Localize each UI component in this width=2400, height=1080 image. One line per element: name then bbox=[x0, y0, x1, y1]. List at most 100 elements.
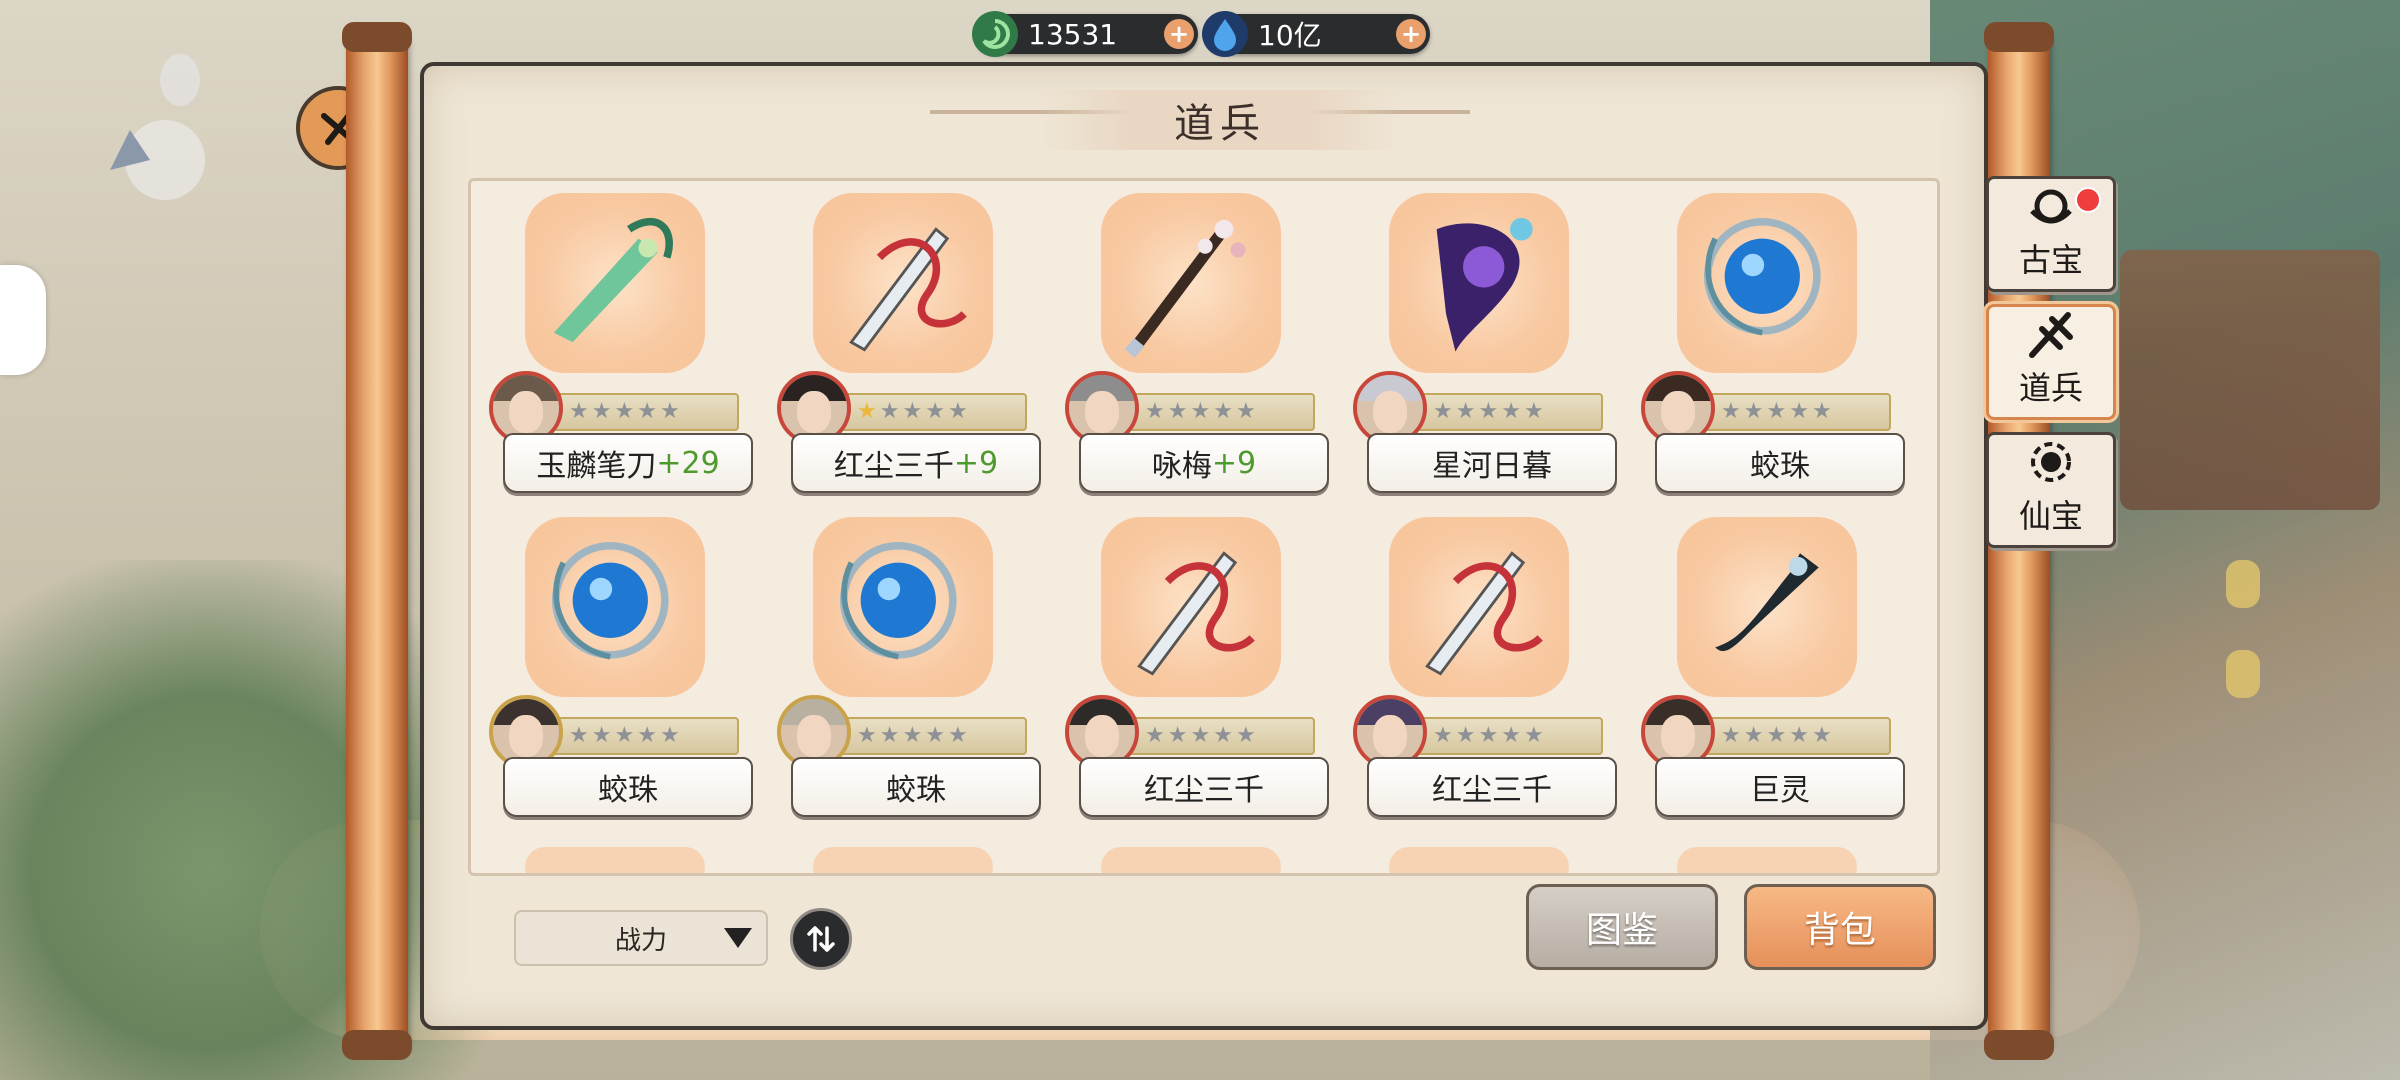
red-ribbon-blade-icon bbox=[1137, 551, 1255, 676]
tab-label: 道兵 bbox=[2018, 369, 2083, 407]
immortal-treasure-icon bbox=[2031, 442, 2071, 482]
currency-jade: 13531 + bbox=[972, 11, 1198, 57]
tab-daobing[interactable]: 道兵 bbox=[1986, 304, 2116, 420]
star-icon: ★ bbox=[1190, 723, 1211, 748]
star-rating: ★ ★ ★ ★ ★ bbox=[1409, 717, 1603, 755]
daobing-weapon-icon bbox=[2029, 312, 2073, 358]
star-icon: ★ bbox=[1721, 399, 1741, 424]
item-name-plate: 巨灵 bbox=[1655, 757, 1905, 817]
sort-order-button[interactable] bbox=[790, 908, 852, 970]
currency-crystal: 10亿 + bbox=[1202, 11, 1430, 57]
item-level: +9 bbox=[1211, 445, 1257, 481]
item-card[interactable]: ★ ★ ★ ★ ★ 红尘三千 +9 bbox=[777, 193, 1041, 503]
add-crystal-button[interactable]: + bbox=[1396, 19, 1426, 49]
star-icon: ★ bbox=[637, 723, 657, 748]
title-banner: 道兵 bbox=[1040, 90, 1400, 150]
star-icon: ★ bbox=[1743, 399, 1764, 424]
item-card[interactable]: ★ ★ ★ ★ ★ 蛟珠 bbox=[489, 517, 753, 827]
star-icon: ★ bbox=[1501, 723, 1521, 748]
item-card[interactable]: ★ ★ ★ ★ ★ 咏梅 +9 bbox=[1065, 193, 1329, 503]
item-card[interactable]: ★ ★ ★ ★ ★ 红尘三千 bbox=[1065, 517, 1329, 827]
item-name: 玉麟笔刀 bbox=[536, 449, 657, 484]
star-icon: ★ bbox=[1811, 399, 1832, 424]
item-card[interactable]: ★ ★ ★ ★ ★ 蛟珠 bbox=[777, 517, 1041, 827]
star-icon: ★ bbox=[947, 399, 968, 424]
red-ribbon-blade-icon bbox=[1425, 551, 1543, 676]
item-name-plate: 星河日暮 bbox=[1367, 433, 1617, 493]
star-icon: ★ bbox=[947, 723, 968, 748]
codex-button[interactable]: 图鉴 bbox=[1526, 884, 1718, 970]
star-rating: ★ ★ ★ ★ ★ bbox=[1697, 393, 1891, 431]
star-icon: ★ bbox=[902, 399, 923, 424]
star-icon: ★ bbox=[1523, 723, 1544, 748]
sort-dropdown[interactable]: 战力 bbox=[514, 910, 768, 966]
lantern-icon bbox=[2226, 650, 2260, 698]
scroll-cap bbox=[342, 22, 412, 52]
item-name: 咏梅 bbox=[1151, 449, 1212, 484]
item-name: 蛟珠 bbox=[886, 773, 946, 808]
star-icon: ★ bbox=[1766, 723, 1787, 748]
plum-blossom-brush-icon bbox=[1124, 219, 1246, 358]
item-card-peek bbox=[525, 847, 705, 873]
avatar-face bbox=[797, 391, 831, 433]
avatar-face bbox=[797, 715, 831, 757]
star-icon: ★ bbox=[569, 399, 589, 424]
item-card[interactable]: ★ ★ ★ ★ ★ 巨灵 bbox=[1641, 517, 1905, 827]
crystal-amount: 10亿 bbox=[1258, 19, 1322, 52]
jade-swirl-icon bbox=[972, 11, 1018, 57]
blue-crystal-icon bbox=[1202, 11, 1248, 57]
item-card[interactable]: ★ ★ ★ ★ ★ 星河日暮 bbox=[1353, 193, 1617, 503]
scroll-rod-left bbox=[346, 28, 408, 1048]
item-name: 红尘三千 bbox=[1432, 773, 1552, 808]
jade-amount: 13531 bbox=[1028, 17, 1118, 51]
item-name-plate: 蛟珠 bbox=[503, 757, 753, 817]
star-rating: ★ ★ ★ ★ ★ bbox=[1697, 717, 1891, 755]
star-icon: ★ bbox=[569, 723, 589, 748]
star-icon: ★ bbox=[1811, 723, 1832, 748]
item-name: 巨灵 bbox=[1750, 773, 1810, 808]
bag-button[interactable]: 背包 bbox=[1744, 884, 1936, 970]
star-rating: ★ ★ ★ ★ ★ bbox=[833, 717, 1027, 755]
item-card[interactable]: ★ ★ ★ ★ ★ 蛟珠 bbox=[1641, 193, 1905, 503]
chevron-down-icon bbox=[724, 928, 752, 948]
item-card-peek bbox=[1677, 847, 1857, 873]
star-rating: ★ ★ ★ ★ ★ bbox=[833, 393, 1027, 431]
tab-immortal-treasure[interactable]: 仙宝 bbox=[1986, 432, 2116, 548]
item-name-plate: 红尘三千 +9 bbox=[791, 433, 1041, 493]
star-icon: ★ bbox=[879, 723, 900, 748]
star-icon: ★ bbox=[1235, 723, 1256, 748]
tab-ancient-treasure[interactable]: 古宝 bbox=[1986, 176, 2116, 292]
star-icon: ★ bbox=[1501, 399, 1521, 424]
star-icon: ★ bbox=[1190, 399, 1211, 424]
item-name-plate: 咏梅 +9 bbox=[1079, 433, 1329, 493]
item-name: 星河日暮 bbox=[1432, 449, 1552, 484]
scroll-cap bbox=[1984, 1030, 2054, 1060]
avatar-face bbox=[1661, 391, 1695, 433]
item-grid[interactable]: ★ ★ ★ ★ ★ 玉麟笔刀 +29 ★ ★ ★ ★ ★ 红尘三千 +9 ★ ★ ★ ★ ★ 咏梅 +9 ★ ★ ★ ★ ★ 星河日… bbox=[468, 178, 1940, 876]
item-name-plate: 玉麟笔刀 +29 bbox=[503, 433, 753, 493]
star-icon: ★ bbox=[1789, 399, 1809, 424]
star-icon: ★ bbox=[925, 723, 945, 748]
avatar-face bbox=[509, 391, 543, 433]
star-icon: ★ bbox=[659, 399, 680, 424]
star-icon: ★ bbox=[614, 723, 635, 748]
item-card[interactable]: ★ ★ ★ ★ ★ 红尘三千 bbox=[1353, 517, 1617, 827]
avatar-face bbox=[1373, 715, 1407, 757]
add-jade-button[interactable]: + bbox=[1164, 19, 1194, 49]
star-rating: ★ ★ ★ ★ ★ bbox=[545, 393, 739, 431]
item-card-peek bbox=[813, 847, 993, 873]
item-name: 蛟珠 bbox=[598, 773, 658, 808]
lantern-icon bbox=[2226, 560, 2260, 608]
avatar-face bbox=[1373, 391, 1407, 433]
avatar-face bbox=[1661, 715, 1695, 757]
star-icon: ★ bbox=[614, 399, 635, 424]
star-icon: ★ bbox=[1523, 399, 1544, 424]
star-icon: ★ bbox=[1167, 399, 1188, 424]
background-building bbox=[2120, 250, 2380, 510]
item-name: 蛟珠 bbox=[1750, 449, 1810, 484]
item-card[interactable]: ★ ★ ★ ★ ★ 玉麟笔刀 +29 bbox=[489, 193, 753, 503]
cat-assistant-icon[interactable] bbox=[0, 265, 46, 375]
avatar-face bbox=[509, 715, 543, 757]
page-title: 道兵 bbox=[1174, 101, 1266, 147]
star-icon: ★ bbox=[1743, 723, 1764, 748]
